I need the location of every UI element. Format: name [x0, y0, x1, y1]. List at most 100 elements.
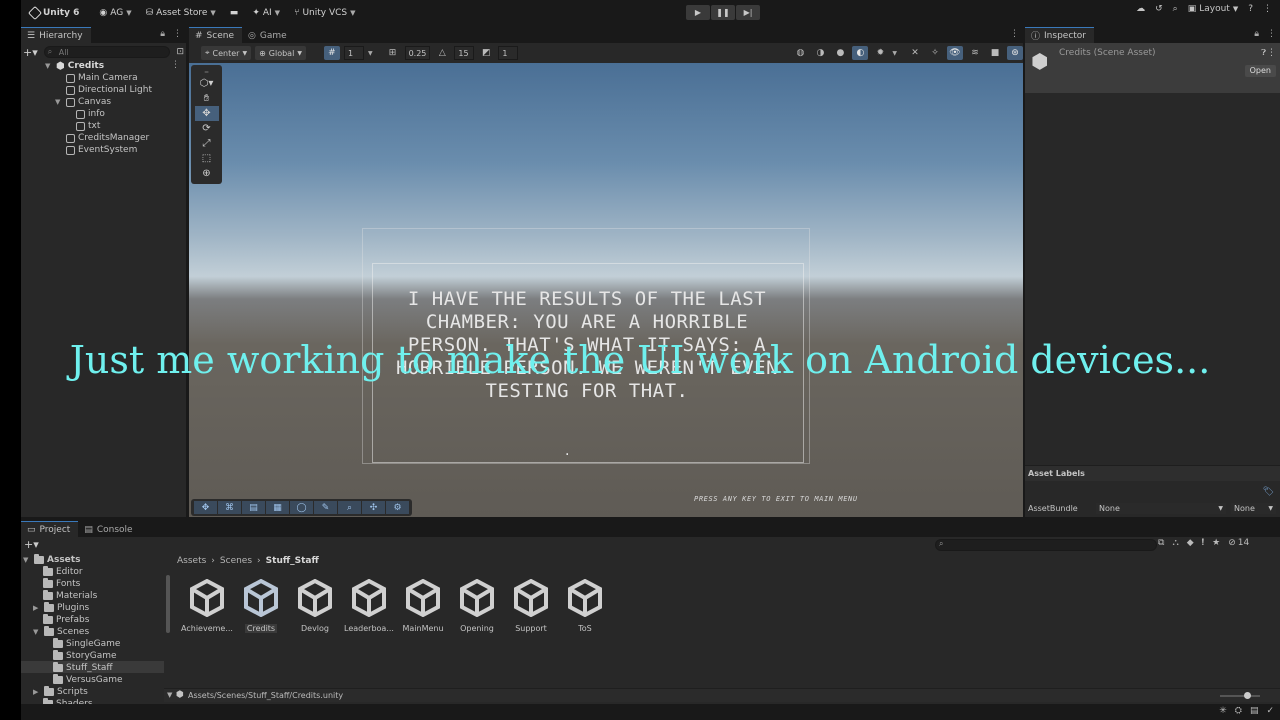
scene-asset-tile[interactable]: ToS	[560, 578, 610, 633]
add-icon[interactable]: +▾	[24, 538, 39, 551]
hierarchy-item[interactable]: info	[76, 108, 105, 120]
scale-snap-toggle[interactable]: ◩	[478, 46, 494, 60]
overlay-ui-button[interactable]: ⌘	[218, 501, 241, 514]
wireframe-shading-button[interactable]: ◍	[792, 46, 808, 60]
scene-asset-tile[interactable]: Leaderboa...	[344, 578, 394, 633]
scale-tool-button[interactable]: ⤢	[195, 136, 219, 151]
hierarchy-item[interactable]: CreditsManager	[66, 132, 149, 144]
scene-root-row[interactable]: ▼ ⬢ Credits	[45, 60, 104, 72]
hierarchy-search-input[interactable]: ⌕ All	[43, 46, 171, 58]
asset-store-dropdown[interactable]: ⛁ Asset Store ▼	[143, 4, 219, 22]
hierarchy-item[interactable]: Directional Light	[66, 84, 152, 96]
project-folder-row-selected[interactable]: Stuff_Staff	[53, 662, 113, 674]
overlay-grid-button[interactable]: ▦	[266, 501, 289, 514]
open-button[interactable]: Open	[1244, 65, 1276, 77]
rotate-tool-button[interactable]: ⟳	[195, 121, 219, 136]
scene-asset-tile[interactable]: MainMenu	[398, 578, 448, 633]
scene-asset-tile[interactable]: Devlog	[290, 578, 340, 633]
search-by-type-icon[interactable]: ⧉	[1158, 538, 1164, 548]
project-folder-row[interactable]: Materials	[43, 590, 97, 602]
snap-increment-field[interactable]: 0.25	[404, 46, 431, 60]
more-options-icon[interactable]: ⋮	[1267, 29, 1276, 39]
tool-palette-grip[interactable]: ═	[195, 68, 219, 76]
icon-size-slider[interactable]	[1220, 692, 1260, 699]
tab-console[interactable]: ▤ Console	[78, 521, 141, 537]
shaded-button[interactable]: ●	[832, 46, 848, 60]
tab-project[interactable]: ▭ Project	[21, 521, 79, 537]
gizmos-button[interactable]: ⊛	[1007, 46, 1023, 60]
help-icon[interactable]: ❓︎	[1261, 48, 1266, 58]
tab-scene[interactable]: # Scene	[189, 27, 242, 43]
lighting-toggle[interactable]: ✹	[872, 46, 888, 60]
expand-arrow-icon[interactable]: ▼	[167, 691, 172, 699]
rotation-snap-toggle[interactable]: △	[434, 46, 450, 60]
rect-tool-button[interactable]: ⬚	[195, 151, 219, 166]
tag-icon[interactable]: ◆	[1187, 538, 1194, 548]
snap-toggle[interactable]: ⊞	[385, 46, 401, 60]
hierarchy-item[interactable]: ▼ Canvas	[55, 96, 111, 108]
grid-size-field[interactable]: 1	[343, 46, 364, 60]
rotation-snap-field[interactable]: 15	[454, 46, 475, 60]
2d-toggle[interactable]: ✕	[907, 46, 923, 60]
more-options-icon[interactable]: ⋮	[1010, 29, 1019, 39]
hierarchy-item[interactable]: Main Camera	[66, 72, 138, 84]
chevron-down-icon[interactable]: ▼	[368, 50, 373, 57]
more-options-icon[interactable]: ⋮	[1263, 4, 1272, 14]
hierarchy-item[interactable]: txt	[76, 120, 100, 132]
project-folder-row[interactable]: Fonts	[43, 578, 80, 590]
slider-thumb[interactable]	[1244, 692, 1251, 699]
overlay-settings-button[interactable]: ⚙	[386, 501, 409, 514]
breadcrumb-item[interactable]: Stuff_Staff	[266, 556, 319, 566]
scene-visibility-icon[interactable]: ⊡	[176, 47, 184, 57]
project-search-input[interactable]: ⌕	[935, 539, 1157, 551]
layout-dropdown[interactable]: ▣ Layout ▼	[1188, 4, 1239, 14]
more-options-icon[interactable]: ⋮	[1267, 48, 1276, 58]
overlay-pan-button[interactable]: ✣	[362, 501, 385, 514]
hand-tool-button[interactable]: ✋︎	[195, 91, 219, 106]
layers-button[interactable]: ≋	[967, 46, 983, 60]
overlay-layout-button[interactable]: ▤	[242, 501, 265, 514]
scene-asset-tile[interactable]: Support	[506, 578, 556, 633]
add-icon[interactable]: +▾	[23, 46, 38, 59]
project-folder-row[interactable]: SingleGame	[53, 638, 120, 650]
lock-icon[interactable]: 🔒︎	[1254, 29, 1259, 39]
search-icon[interactable]: ⌕	[1173, 4, 1178, 14]
tab-inspector[interactable]: ⓘ Inspector	[1025, 27, 1094, 43]
breadcrumb-item[interactable]: Assets	[177, 556, 206, 566]
history-icon[interactable]: ↺	[1155, 4, 1163, 14]
view-options-button[interactable]: ⬡▾	[195, 76, 219, 91]
cloud-icon[interactable]: ☁	[1136, 4, 1145, 14]
overlay-move-button[interactable]: ✥	[194, 501, 217, 514]
progress-icon[interactable]: ▤	[1250, 706, 1259, 716]
project-folder-row[interactable]: ▼ Scenes	[33, 626, 89, 638]
asset-variant-dropdown[interactable]: None ▼	[1231, 503, 1276, 514]
fx-toggle[interactable]: ✧	[927, 46, 943, 60]
project-folder-row[interactable]: Editor	[43, 566, 83, 578]
unity-logo-button[interactable]: Unity 6	[27, 4, 82, 22]
tree-scrollbar[interactable]	[166, 575, 170, 633]
move-tool-button[interactable]: ✥	[194, 106, 219, 121]
package-manager-button[interactable]: ▬	[227, 4, 242, 22]
unlit-button[interactable]: ◐	[852, 46, 869, 60]
label-tag-icon[interactable]: 🏷︎	[1263, 487, 1274, 497]
project-folder-row[interactable]: ▶ Plugins	[33, 602, 89, 614]
ai-dropdown[interactable]: ✦ AI ▼	[249, 4, 283, 22]
scene-viewport[interactable]: ═ ⬡▾ ✋︎ ✥ ⟳ ⤢ ⬚ ⊕ I HAVE THE RESULTS OF …	[189, 63, 1023, 517]
pivot-dropdown[interactable]: ⌖ Center ▼	[201, 46, 252, 60]
gizmo-visibility-button[interactable]: 👁︎	[947, 46, 963, 60]
space-dropdown[interactable]: ⊕ Global ▼	[255, 46, 306, 60]
check-icon[interactable]: ✓	[1266, 706, 1274, 716]
asset-bundle-dropdown[interactable]: None ▼	[1096, 503, 1226, 514]
overlay-rotate-button[interactable]: ◯	[290, 501, 313, 514]
vcs-dropdown[interactable]: ⑂ Unity VCS ▼	[291, 4, 358, 22]
help-icon[interactable]: ?	[1248, 4, 1253, 14]
account-dropdown[interactable]: ◉ AG ▼	[96, 4, 134, 22]
scale-snap-field[interactable]: 1	[498, 46, 519, 60]
shaded-wireframe-button[interactable]: ◑	[812, 46, 828, 60]
pause-button[interactable]: ❚❚	[711, 5, 735, 20]
tab-game[interactable]: ◎ Game	[242, 27, 295, 43]
grid-toggle[interactable]: #	[323, 46, 340, 60]
overlay-zoom-button[interactable]: ⌕	[338, 501, 361, 514]
star-icon[interactable]: ★	[1212, 538, 1220, 548]
breadcrumb-item[interactable]: Scenes	[220, 556, 252, 566]
